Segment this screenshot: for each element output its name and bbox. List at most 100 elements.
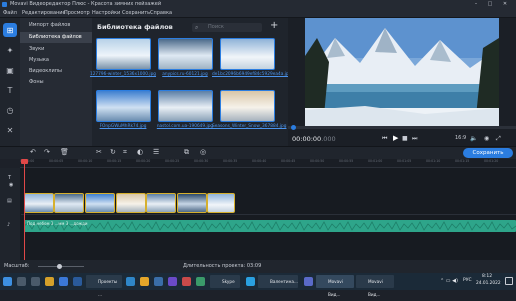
file-thumb-4[interactable] bbox=[96, 90, 151, 122]
delete-icon[interactable]: 🗑 bbox=[60, 148, 69, 156]
nav-videoclips[interactable]: Видеоклипы bbox=[20, 66, 92, 77]
filters-icon[interactable]: ▣ bbox=[3, 63, 17, 77]
taskbar-skype[interactable]: Skype bbox=[210, 275, 240, 288]
file-caption-4[interactable]: FOnpGWuMhRk74.jpg bbox=[88, 124, 158, 130]
taskbar-movavi-2[interactable]: Movavi Вид... bbox=[356, 275, 394, 297]
close-icon[interactable]: ✕ bbox=[498, 0, 512, 9]
nav-library[interactable]: Библиотека файлов bbox=[20, 32, 92, 43]
snapshot-icon[interactable]: ◉ bbox=[484, 135, 489, 142]
menu-file[interactable]: Файл bbox=[3, 9, 17, 18]
magic-wand-icon[interactable]: ✦ bbox=[3, 43, 17, 57]
redo-icon[interactable]: ↷ bbox=[44, 148, 50, 156]
teams-icon[interactable] bbox=[168, 277, 177, 286]
volume-icon[interactable]: 🔈 bbox=[470, 135, 477, 142]
maximize-icon[interactable]: □ bbox=[484, 0, 496, 9]
chrome-icon[interactable] bbox=[140, 277, 149, 286]
crop-icon[interactable]: ⌗ bbox=[123, 148, 127, 157]
audio-clip[interactable]: Под небом 3 ...мм 3 ...дожди bbox=[24, 220, 516, 232]
menu-save[interactable]: Сохранить bbox=[122, 9, 150, 18]
video-clip-2[interactable] bbox=[54, 193, 84, 213]
timeline-ruler[interactable]: 00:00:00 00:00:05 00:00:10 00:00:15 00:0… bbox=[20, 159, 516, 168]
minimize-icon[interactable]: – bbox=[470, 0, 482, 9]
file-thumb-6[interactable] bbox=[220, 90, 275, 122]
timecode-main: 00:00:00 bbox=[292, 135, 322, 143]
video-clip-7[interactable] bbox=[207, 193, 235, 213]
taskbar-movavi-1[interactable]: Movavi Вид... bbox=[316, 275, 354, 297]
search-input[interactable]: ⌕ Поиск bbox=[192, 23, 262, 32]
fullscreen-icon[interactable]: ⤢ bbox=[496, 135, 501, 143]
file-caption-5[interactable]: nastol.com.ua-190649.jpg bbox=[150, 124, 220, 130]
video-clip-3[interactable] bbox=[85, 193, 115, 213]
nav-sounds[interactable]: Звуки bbox=[20, 44, 92, 55]
color-icon[interactable]: ◐ bbox=[137, 148, 143, 156]
menu-settings[interactable]: Настройки bbox=[92, 9, 120, 18]
preview-progress-handle[interactable] bbox=[291, 125, 296, 130]
language-indicator[interactable]: РУС bbox=[463, 278, 472, 283]
video-track-icon[interactable]: ▤ bbox=[7, 198, 12, 204]
import-icon[interactable]: ⊞ bbox=[3, 23, 17, 37]
file-thumb-5[interactable] bbox=[158, 90, 213, 122]
play-icon[interactable]: ▶ bbox=[393, 134, 398, 142]
file-explorer-icon[interactable] bbox=[45, 277, 54, 286]
file-thumb-3[interactable] bbox=[220, 38, 275, 70]
mail-icon[interactable] bbox=[154, 277, 163, 286]
file-caption-1[interactable]: 127796-winter_1536x1000.jpg bbox=[88, 72, 158, 78]
text-track-icon[interactable]: T bbox=[8, 175, 11, 181]
menu-edit[interactable]: Редактирование bbox=[22, 9, 66, 18]
cut-icon[interactable]: ✂ bbox=[96, 148, 102, 156]
file-caption-2[interactable]: anypics.ru-60121.jpg bbox=[150, 72, 220, 78]
preview-progress-track[interactable] bbox=[288, 126, 516, 129]
video-clip-5[interactable] bbox=[146, 193, 176, 213]
edge-icon[interactable] bbox=[126, 277, 135, 286]
word-icon[interactable] bbox=[59, 277, 68, 286]
transitions-icon[interactable]: ◷ bbox=[3, 103, 17, 117]
video-clip-4[interactable] bbox=[116, 193, 146, 213]
app-icon[interactable] bbox=[196, 277, 205, 286]
task-view-icon[interactable] bbox=[31, 277, 40, 286]
transition-wizard-icon[interactable]: ⧉ bbox=[184, 148, 189, 157]
telegram-icon[interactable] bbox=[246, 277, 255, 286]
viber-icon[interactable] bbox=[304, 277, 313, 286]
file-thumb-1[interactable] bbox=[96, 38, 151, 70]
skip-forward-icon[interactable]: ⏭ bbox=[412, 135, 417, 143]
track-visibility-icon[interactable]: ◉ bbox=[9, 182, 13, 188]
taskbar-app-icon[interactable] bbox=[73, 277, 82, 286]
video-clip-1[interactable] bbox=[24, 193, 54, 213]
rotate-icon[interactable]: ↻ bbox=[110, 148, 116, 156]
menu-help[interactable]: Справка bbox=[150, 9, 172, 18]
playhead[interactable] bbox=[24, 159, 25, 260]
audio-track-icon[interactable]: ♪ bbox=[7, 222, 10, 228]
search-taskbar-icon[interactable] bbox=[17, 277, 26, 286]
save-button[interactable]: Сохранить bbox=[463, 148, 513, 158]
zoom-slider-handle[interactable] bbox=[57, 264, 62, 269]
add-file-button[interactable]: + bbox=[270, 20, 278, 31]
menu-view[interactable]: Просмотр bbox=[64, 9, 90, 18]
video-clip-6[interactable] bbox=[177, 193, 207, 213]
undo-icon[interactable]: ↶ bbox=[30, 148, 36, 156]
start-icon[interactable] bbox=[3, 277, 12, 286]
notifications-icon[interactable] bbox=[505, 277, 513, 285]
file-thumb-2[interactable] bbox=[158, 38, 213, 70]
titles-icon[interactable]: T bbox=[3, 83, 17, 97]
nav-backgrounds[interactable]: Фоны bbox=[20, 77, 92, 88]
file-caption-3[interactable]: de1bc2096b6949ef84c5929ea4a.jpg bbox=[212, 72, 291, 78]
taskbar-chat[interactable]: Валентина... bbox=[258, 275, 298, 288]
taskbar: Проекты ... Skype Валентина... Movavi Ви… bbox=[0, 273, 516, 297]
more-tools-icon[interactable]: ✕ bbox=[3, 123, 17, 137]
nav-import[interactable]: Импорт файлов bbox=[20, 20, 92, 31]
clock-date[interactable]: 24.01.2022 bbox=[476, 281, 501, 286]
timeline-tracks: T ◉ ▤ ♪ Под небом 3 ...мм 3 ...дожди bbox=[0, 159, 516, 260]
playhead-handle[interactable] bbox=[21, 159, 28, 164]
stop-icon[interactable]: ■ bbox=[402, 135, 408, 142]
record-audio-icon[interactable]: ◎ bbox=[200, 148, 206, 156]
file-nav: Импорт файлов Библиотека файлов Звуки Му… bbox=[20, 18, 92, 146]
skip-back-icon[interactable]: ⏮ bbox=[382, 135, 387, 143]
opera-icon[interactable] bbox=[182, 277, 191, 286]
tray-icons[interactable]: ⌃ ▭ ◀) bbox=[440, 278, 458, 284]
taskbar-projects[interactable]: Проекты ... bbox=[86, 275, 122, 297]
aspect-ratio-select[interactable]: 16:9 bbox=[455, 135, 466, 141]
clock-time[interactable]: 8:12 bbox=[482, 274, 492, 279]
nav-music[interactable]: Музыка bbox=[20, 55, 92, 66]
properties-icon[interactable]: ☰ bbox=[153, 148, 159, 156]
file-caption-6[interactable]: Seasons_Winter_Snow_367884.jpg bbox=[212, 124, 286, 130]
